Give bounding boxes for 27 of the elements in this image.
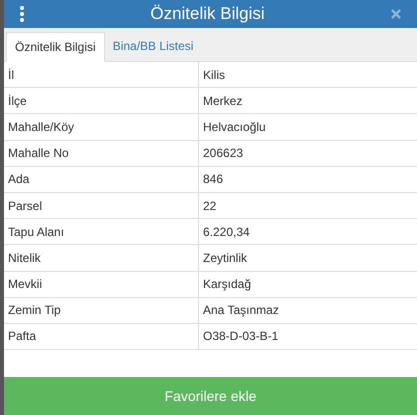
attribute-value: 22 (202, 198, 218, 215)
tab[interactable]: Bina/BB Listesi (104, 31, 202, 61)
attribute-value: Kilis (202, 66, 226, 84)
tab[interactable]: Öznitelik Bilgisi (6, 32, 105, 62)
attribute-value: O38-D-03-B-1 (202, 328, 280, 346)
attribute-value: 846 (202, 171, 224, 188)
attribute-value: Karşıdağ (202, 276, 252, 294)
attribute-value: Helvacıoğlu (202, 118, 267, 136)
attribute-label: İlçe (4, 88, 199, 114)
attribute-label: Mahalle/Köy (4, 114, 199, 140)
menu-icon[interactable] (20, 6, 24, 22)
attribute-label: Ada (4, 166, 199, 192)
add-to-favorites-button[interactable]: Favorilere ekle (4, 377, 417, 415)
attribute-value: 206623 (202, 145, 244, 162)
attribute-value: Ana Taşınmaz (202, 302, 280, 320)
attribute-label: Zemin Tip (4, 298, 199, 323)
attribute-label: İl (4, 62, 199, 88)
attribute-label: Mahalle No (4, 140, 199, 166)
attribute-value: 6.220,34 (202, 224, 251, 241)
attribute-label: Tapu Alanı (4, 219, 199, 244)
window-title: Öznitelik Bilgisi (150, 3, 265, 26)
attribute-label: Parsel (4, 192, 199, 218)
attribute-label: Mevkii (4, 272, 199, 297)
attribute-value: Zeytinlik (202, 250, 248, 267)
attribute-label: Pafta (4, 324, 199, 350)
attribute-value: Merkez (202, 92, 244, 110)
attribute-label: Nitelik (4, 245, 199, 270)
